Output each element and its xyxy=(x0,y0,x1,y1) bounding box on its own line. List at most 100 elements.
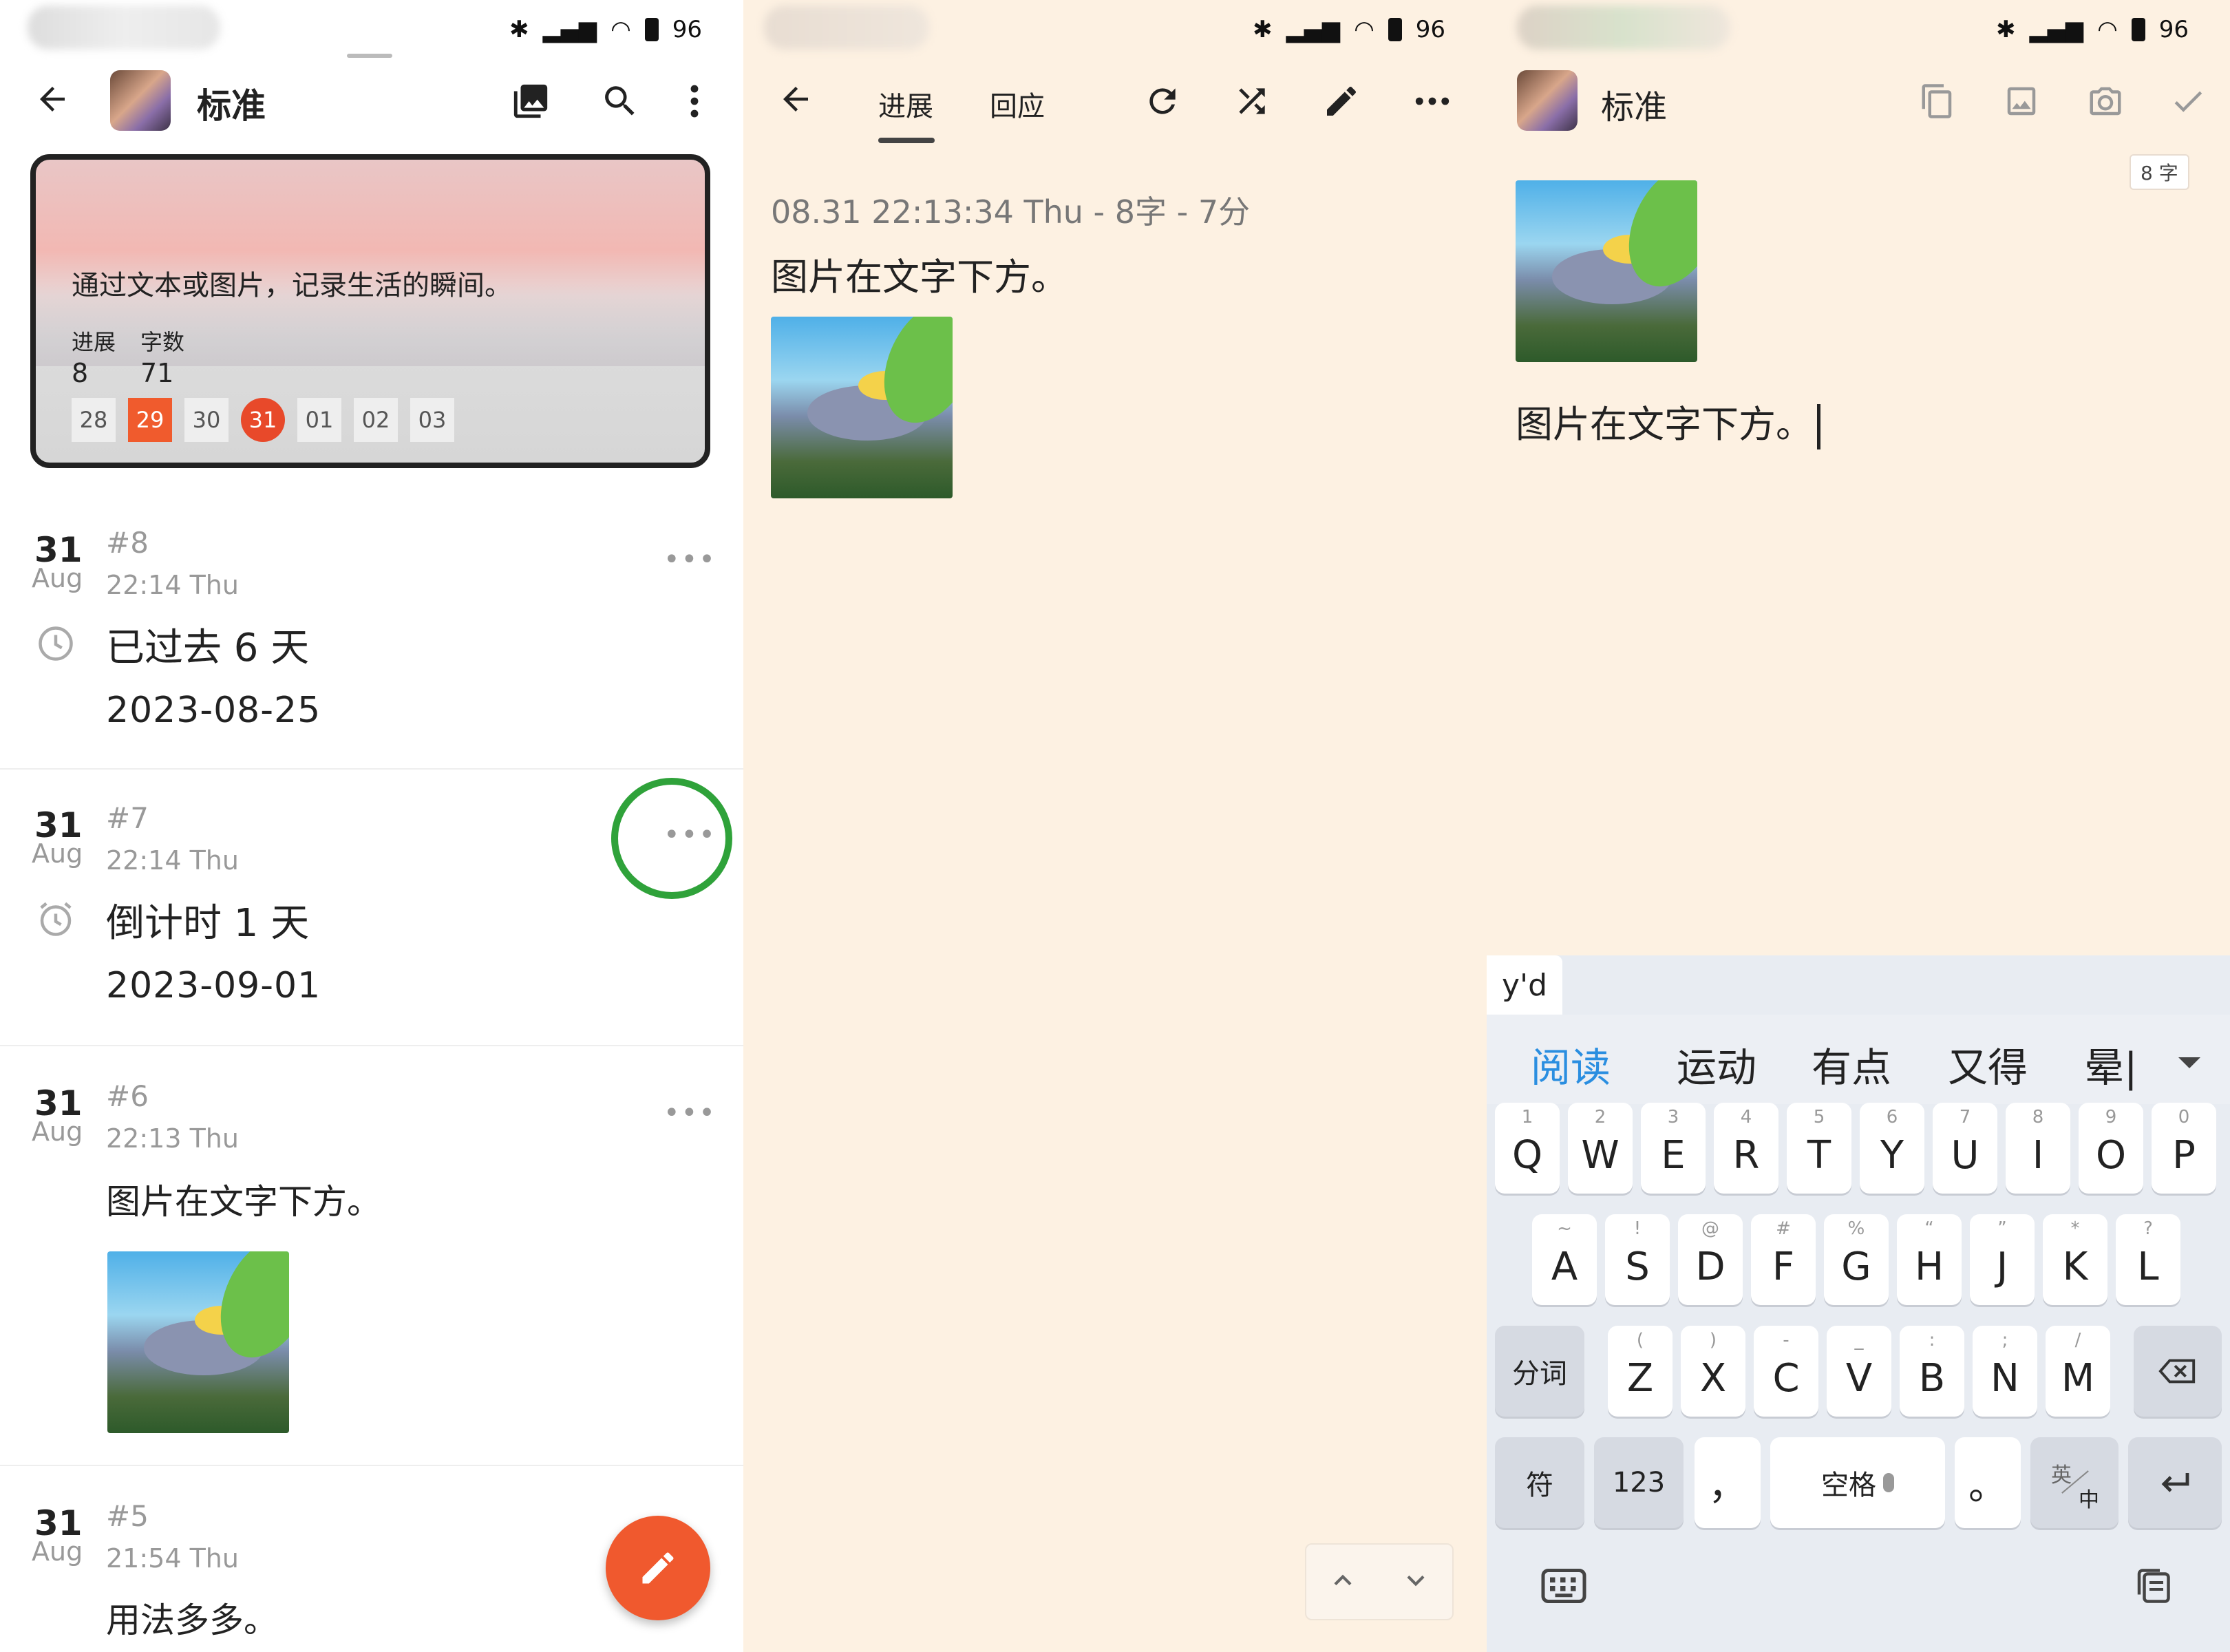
entry-image[interactable] xyxy=(107,1251,289,1433)
day-cell-today[interactable]: 31 xyxy=(241,398,285,442)
key-secondary-label: 3 xyxy=(1667,1107,1679,1127)
enter-key[interactable] xyxy=(2128,1437,2222,1528)
key-u[interactable]: 7U xyxy=(1933,1103,1997,1194)
chevron-up-icon[interactable] xyxy=(1326,1563,1360,1600)
day-cell[interactable]: 02 xyxy=(354,398,398,442)
candidate-item[interactable]: 有点 xyxy=(1812,1035,1891,1093)
key-x[interactable]: ) X xyxy=(1681,1326,1745,1417)
day-cell[interactable]: 28 xyxy=(72,398,116,442)
key-o[interactable]: 9O xyxy=(2079,1103,2143,1194)
key-s[interactable]: ! S xyxy=(1605,1214,1670,1305)
day-cell[interactable]: 03 xyxy=(410,398,454,442)
edit-pencil-icon[interactable] xyxy=(1317,77,1366,125)
key-y[interactable]: 6Y xyxy=(1860,1103,1924,1194)
entry-time: 22:13 Thu xyxy=(106,1123,239,1154)
key-l[interactable]: ? L xyxy=(2116,1214,2180,1305)
key-p[interactable]: 0P xyxy=(2152,1103,2216,1194)
entry-month: Aug xyxy=(32,1536,83,1567)
key-i[interactable]: 8I xyxy=(2006,1103,2070,1194)
day-cell[interactable]: 01 xyxy=(297,398,341,442)
key-v[interactable]: _ V xyxy=(1827,1326,1891,1417)
entry-image[interactable] xyxy=(771,317,953,498)
avatar[interactable] xyxy=(110,70,171,131)
key-f[interactable]: # F xyxy=(1751,1214,1816,1305)
symbols-key[interactable]: 符 xyxy=(1495,1437,1584,1528)
candidate-item[interactable]: 运动 xyxy=(1677,1035,1756,1093)
candidate-item[interactable]: 阅读 xyxy=(1531,1035,1611,1093)
camera-icon[interactable] xyxy=(2081,77,2130,125)
numbers-key[interactable]: 123 xyxy=(1594,1437,1684,1528)
back-arrow-icon[interactable] xyxy=(30,77,74,121)
day-cell-selected[interactable]: 29 xyxy=(128,398,172,442)
list-item[interactable]: 31 Aug #8 22:14 Thu ••• 已过去 6 天 2023-08-… xyxy=(0,509,743,770)
list-item[interactable]: 31 Aug #6 22:13 Thu ••• 图片在文字下方。 xyxy=(0,1046,743,1466)
wifi-icon: ◠ xyxy=(1354,16,1374,43)
drag-handle[interactable] xyxy=(347,54,392,58)
stat-label-progress: 进展 xyxy=(72,329,116,355)
entry-time: 22:14 Thu xyxy=(106,570,239,600)
refresh-icon[interactable] xyxy=(1138,77,1187,125)
key-b[interactable]: :B xyxy=(1900,1326,1964,1417)
key-w[interactable]: 2W xyxy=(1568,1103,1633,1194)
keyboard-switch-icon[interactable] xyxy=(1536,1558,1591,1613)
key-n[interactable]: ; N xyxy=(1973,1326,2037,1417)
avatar[interactable] xyxy=(1517,70,1578,131)
editor-image[interactable] xyxy=(1516,180,1697,362)
key-j[interactable]: ” J xyxy=(1970,1214,2035,1305)
key-h[interactable]: “H xyxy=(1897,1214,1962,1305)
clipboard-icon[interactable] xyxy=(2125,1558,2180,1613)
chevron-down-icon[interactable] xyxy=(1399,1563,1433,1600)
period-key[interactable]: 。 xyxy=(1955,1437,2021,1528)
search-icon[interactable] xyxy=(596,77,644,125)
key-e[interactable]: 3E xyxy=(1641,1103,1706,1194)
stats-card[interactable]: 通过文本或图片，记录生活的瞬间。 进展 8 字数 71 28 29 30 31 … xyxy=(30,154,710,468)
entry-content: 图片在文字下方。 xyxy=(771,255,1068,299)
key-a[interactable]: ~ A xyxy=(1532,1214,1597,1305)
key-label: 123 xyxy=(1612,1467,1666,1499)
key-z[interactable]: (Z xyxy=(1608,1326,1672,1417)
key-d[interactable]: @ D xyxy=(1678,1214,1743,1305)
comma-key[interactable]: ， xyxy=(1695,1437,1761,1528)
overflow-menu-icon[interactable] xyxy=(677,77,712,125)
gallery-icon[interactable] xyxy=(507,77,555,125)
entry-more-button[interactable]: ••• xyxy=(663,1097,716,1129)
copy-icon[interactable] xyxy=(1913,77,1962,125)
expand-candidates-icon[interactable] xyxy=(2165,1042,2213,1083)
image-icon[interactable] xyxy=(1997,77,2046,125)
entry-more-button[interactable]: ••• xyxy=(663,544,716,575)
key-secondary-label: 9 xyxy=(2105,1107,2117,1127)
tab-replies[interactable]: 回应 xyxy=(990,84,1045,124)
key-m[interactable]: / M xyxy=(2046,1326,2110,1417)
key-c[interactable]: -C xyxy=(1754,1326,1818,1417)
wifi-icon: ◠ xyxy=(610,16,631,43)
key-secondary-label: 1 xyxy=(1521,1107,1533,1127)
key-secondary-label: ) xyxy=(1709,1330,1717,1351)
key-k[interactable]: * K xyxy=(2043,1214,2107,1305)
compose-button[interactable] xyxy=(606,1516,710,1620)
candidate-bar: 阅读 运动 有点 又得 晕| xyxy=(1487,1015,2230,1104)
clock-icon xyxy=(33,621,78,666)
key-secondary-label: # xyxy=(1776,1218,1791,1239)
key-secondary-label: 4 xyxy=(1740,1107,1752,1127)
language-switch-key[interactable]: 英中 xyxy=(2030,1437,2118,1528)
key-r[interactable]: 4R xyxy=(1714,1103,1778,1194)
entry-text: 用法多多。 xyxy=(106,1600,278,1640)
entry-id: #8 xyxy=(106,526,149,560)
space-key[interactable]: 空格 xyxy=(1770,1437,1945,1528)
back-arrow-icon[interactable] xyxy=(774,77,818,121)
check-icon[interactable] xyxy=(2164,77,2212,125)
more-icon[interactable] xyxy=(1408,77,1456,125)
key-secondary-label: _ xyxy=(1854,1330,1864,1351)
key-q[interactable]: 1Q xyxy=(1495,1103,1560,1194)
candidate-item[interactable]: 又得 xyxy=(1948,1035,2028,1093)
backspace-key[interactable] xyxy=(2134,1326,2222,1417)
tab-progress[interactable]: 进展 xyxy=(878,84,933,124)
key-g[interactable]: % G xyxy=(1824,1214,1889,1305)
shuffle-icon[interactable] xyxy=(1228,77,1276,125)
editor-text-input[interactable]: 图片在文字下方。 xyxy=(1516,394,1820,450)
alarm-icon xyxy=(33,896,78,942)
day-cell[interactable]: 30 xyxy=(184,398,229,442)
segment-key[interactable]: 分词 xyxy=(1495,1326,1584,1417)
candidate-item[interactable]: 晕| xyxy=(2084,1035,2138,1093)
key-t[interactable]: 5T xyxy=(1787,1103,1851,1194)
